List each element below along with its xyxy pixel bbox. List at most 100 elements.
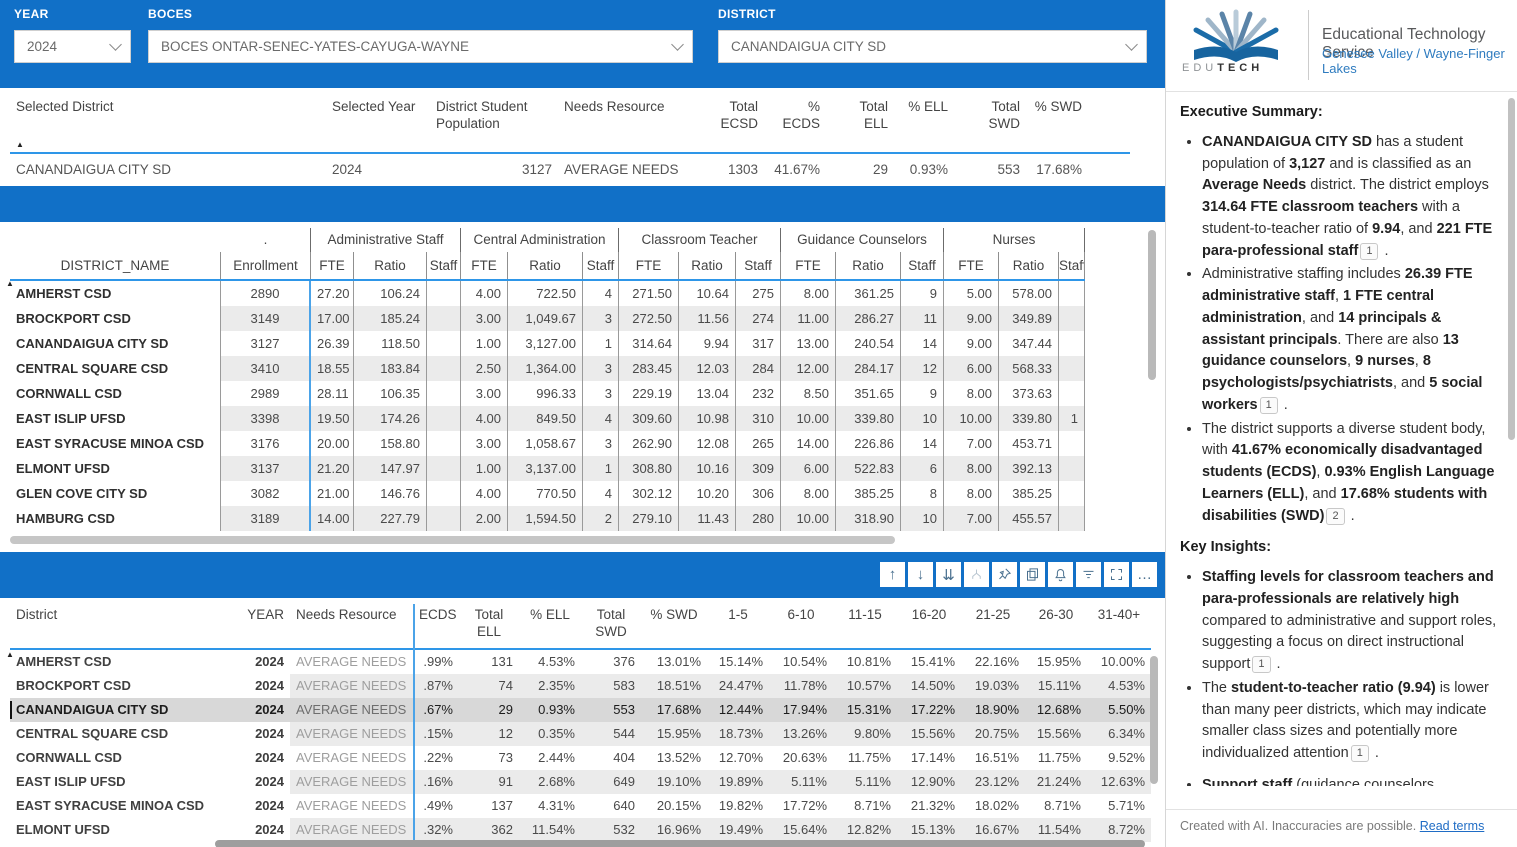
column-header-cell[interactable]: FTE <box>311 252 354 279</box>
citation-chip[interactable]: 1 <box>1260 397 1278 414</box>
horizontal-scrollbar[interactable] <box>215 840 1145 847</box>
table-row[interactable]: CENTRAL SQUARE CSD2024AVERAGE NEEDS.15%1… <box>10 722 1155 746</box>
table-row[interactable]: CANANDAIGUA CITY SD312726.39118.501.003,… <box>10 331 1145 356</box>
table-cell: 272.50 <box>619 306 679 331</box>
table-cell: 4 <box>583 481 619 506</box>
column-header-cell[interactable]: Staff <box>427 252 461 279</box>
table-row[interactable]: EAST ISLIP UFSD2024AVERAGE NEEDS.16%912.… <box>10 770 1155 794</box>
column-header-cell[interactable]: FTE <box>461 252 508 279</box>
table-cell: 4.00 <box>461 406 508 431</box>
column-header-cell[interactable]: Ratio <box>999 252 1059 279</box>
table-cell: 15.11% <box>1025 674 1087 698</box>
horizontal-scrollbar[interactable] <box>10 536 895 544</box>
column-header-cell[interactable]: Total ECSD <box>690 98 764 132</box>
citation-chip[interactable]: 1 <box>1360 243 1378 260</box>
column-header-cell[interactable]: Total SWD <box>954 98 1026 132</box>
boces-value: BOCES ONTAR-SENEC-YATES-CAYUGA-WAYNE <box>161 39 469 54</box>
copy-icon[interactable] <box>1020 562 1045 587</box>
more-options-icon[interactable]: … <box>1132 562 1157 587</box>
table-row[interactable]: AMHERST CSD289027.20106.244.00722.504271… <box>10 281 1145 306</box>
vertical-scrollbar[interactable] <box>1148 230 1156 380</box>
column-header-cell[interactable]: Staff <box>901 252 944 279</box>
column-header-cell[interactable]: Selected District <box>10 98 326 132</box>
drill-up-icon[interactable]: ↑ <box>880 562 905 587</box>
table-cell: 2024 <box>220 746 290 770</box>
column-header-cell[interactable]: 31-40+ <box>1087 604 1151 648</box>
table-row[interactable]: CORNWALL CSD2024AVERAGE NEEDS.22%732.44%… <box>10 746 1155 770</box>
sort-ascending-icon[interactable]: ▲ <box>6 279 14 288</box>
table-row[interactable]: BROCKPORT CSD2024AVERAGE NEEDS.87%742.35… <box>10 674 1155 698</box>
vertical-scrollbar[interactable] <box>1150 656 1158 784</box>
pin-icon[interactable] <box>992 562 1017 587</box>
table-row[interactable]: ELMONT UFSD2024AVERAGE NEEDS.32%36211.54… <box>10 818 1155 842</box>
table-row[interactable]: CORNWALL CSD298928.11106.353.00996.33322… <box>10 381 1145 406</box>
focus-mode-icon[interactable] <box>1104 562 1129 587</box>
sort-ascending-icon[interactable]: ▲ <box>16 140 24 149</box>
column-header-cell[interactable]: Ratio <box>508 252 583 279</box>
column-header-cell[interactable]: % ELL <box>519 604 581 648</box>
column-header-cell[interactable]: Enrollment <box>221 252 311 279</box>
sort-ascending-icon[interactable]: ▲ <box>6 650 14 659</box>
column-header-cell[interactable]: Ratio <box>679 252 736 279</box>
read-terms-link[interactable]: Read terms <box>1420 819 1485 833</box>
column-header-cell[interactable]: % ELL <box>894 98 954 132</box>
citation-chip[interactable]: 2 <box>1326 508 1344 525</box>
column-header-cell[interactable]: ECDS <box>413 604 459 648</box>
table-row[interactable]: ELMONT UFSD313721.20147.971.003,137.0013… <box>10 456 1145 481</box>
table-row[interactable]: GLEN COVE CITY SD308221.00146.764.00770.… <box>10 481 1145 506</box>
column-header-cell[interactable]: Needs Resource <box>290 604 413 648</box>
column-header-cell[interactable]: Needs Resource <box>558 98 690 132</box>
drill-down-icon[interactable]: ↓ <box>908 562 933 587</box>
column-header-cell[interactable]: 21-25 <box>961 604 1025 648</box>
column-header-cell[interactable]: Staff <box>736 252 781 279</box>
citation-chip[interactable]: 1 <box>1351 745 1369 762</box>
year-dropdown[interactable]: 2024 <box>14 30 131 63</box>
table-row[interactable]: BROCKPORT CSD314917.00185.243.001,049.67… <box>10 306 1145 331</box>
citation-chip[interactable]: 1 <box>1252 656 1270 673</box>
column-header-cell[interactable]: Total ELL <box>826 98 894 132</box>
table-row[interactable]: AMHERST CSD2024AVERAGE NEEDS.99%1314.53%… <box>10 650 1155 674</box>
table-cell: 3149 <box>221 306 311 331</box>
sidebar-header: EDUTECH Educational Technology Service G… <box>1166 0 1517 92</box>
boces-dropdown[interactable]: BOCES ONTAR-SENEC-YATES-CAYUGA-WAYNE <box>148 30 693 63</box>
column-header-cell[interactable]: FTE <box>944 252 999 279</box>
sidebar-scrollbar[interactable] <box>1508 98 1515 440</box>
column-header-cell[interactable]: District Student Population <box>430 98 558 132</box>
table-row[interactable]: CANANDAIGUA CITY SD20243127AVERAGE NEEDS… <box>10 154 1088 184</box>
filter-icon[interactable] <box>1076 562 1101 587</box>
table-cell: 4.53% <box>1087 674 1151 698</box>
table-cell: 2890 <box>221 281 311 306</box>
expand-levels-icon[interactable]: ⇊ <box>936 562 961 587</box>
column-header-cell[interactable]: YEAR <box>220 604 290 648</box>
table-row[interactable]: EAST SYRACUSE MINOA CSD317620.00158.803.… <box>10 431 1145 456</box>
column-header-cell[interactable]: Total ELL <box>459 604 519 648</box>
column-header-cell[interactable]: 16-20 <box>897 604 961 648</box>
column-header-cell[interactable]: 1-5 <box>707 604 769 648</box>
table-cell: 29 <box>459 698 519 722</box>
column-header-cell[interactable]: 26-30 <box>1025 604 1087 648</box>
table-cell: 284 <box>736 356 781 381</box>
column-header-cell[interactable]: % SWD <box>641 604 707 648</box>
table-row[interactable]: EAST ISLIP UFSD339819.50174.264.00849.50… <box>10 406 1145 431</box>
column-header-cell[interactable]: Staff <box>583 252 619 279</box>
table-cell: 2024 <box>220 650 290 674</box>
column-header-cell[interactable]: Selected Year <box>326 98 430 132</box>
column-header-cell[interactable]: District <box>10 604 220 648</box>
column-header-cell[interactable]: Staff <box>1059 252 1085 279</box>
alert-icon[interactable] <box>1048 562 1073 587</box>
table-row[interactable]: EAST SYRACUSE MINOA CSD2024AVERAGE NEEDS… <box>10 794 1155 818</box>
table-row[interactable]: CANANDAIGUA CITY SD2024AVERAGE NEEDS.67%… <box>10 698 1155 722</box>
column-header-cell[interactable]: Ratio <box>354 252 427 279</box>
column-header-cell[interactable]: FTE <box>619 252 679 279</box>
table-row[interactable]: CENTRAL SQUARE CSD341018.55183.842.501,3… <box>10 356 1145 381</box>
column-header-cell[interactable]: % ECDS <box>764 98 826 132</box>
district-dropdown[interactable]: CANANDAIGUA CITY SD <box>718 30 1147 63</box>
column-header-cell[interactable]: Total SWD <box>581 604 641 648</box>
column-header-cell[interactable]: FTE <box>781 252 836 279</box>
column-header-cell[interactable]: DISTRICT_NAME <box>10 252 221 279</box>
column-header-cell[interactable]: 11-15 <box>833 604 897 648</box>
column-header-cell[interactable]: % SWD <box>1026 98 1088 132</box>
column-header-cell[interactable]: 6-10 <box>769 604 833 648</box>
table-row[interactable]: HAMBURG CSD318914.00227.792.001,594.5022… <box>10 506 1145 531</box>
column-header-cell[interactable]: Ratio <box>836 252 901 279</box>
